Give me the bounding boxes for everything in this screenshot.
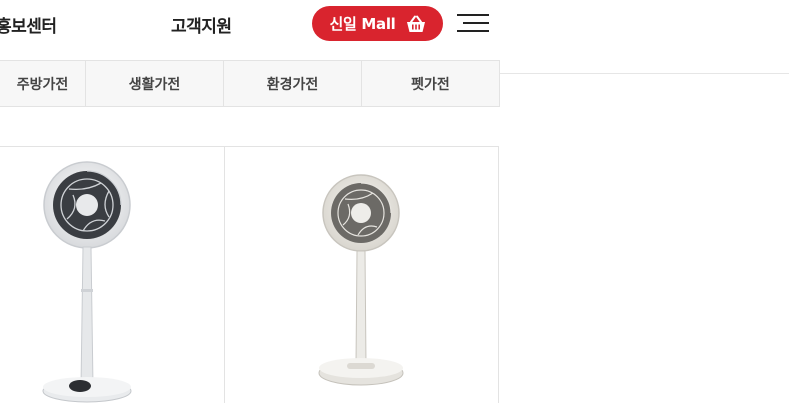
mall-button-label: 신일 Mall	[329, 15, 396, 33]
tab-living-appliances[interactable]: 생활가전	[86, 61, 224, 106]
hamburger-menu-icon[interactable]	[457, 12, 489, 34]
nav-promo-center[interactable]: 홍보센터	[0, 12, 57, 37]
product-card[interactable]	[225, 147, 498, 403]
product-card[interactable]	[0, 147, 225, 403]
category-tabs: 주방가전 생활가전 환경가전 펫가전	[0, 60, 500, 107]
tab-pet-appliances[interactable]: 펫가전	[362, 61, 499, 106]
shopping-basket-icon	[406, 15, 426, 33]
nav-customer-support[interactable]: 고객지원	[171, 12, 232, 37]
tab-kitchen-appliances[interactable]: 주방가전	[0, 61, 86, 106]
shinil-mall-button[interactable]: 신일 Mall	[312, 6, 443, 41]
circulator-fan-ivory-product-image	[318, 174, 404, 386]
circulator-fan-white-product-image	[42, 161, 132, 403]
tab-environment-appliances[interactable]: 환경가전	[224, 61, 362, 106]
product-grid	[0, 146, 499, 403]
